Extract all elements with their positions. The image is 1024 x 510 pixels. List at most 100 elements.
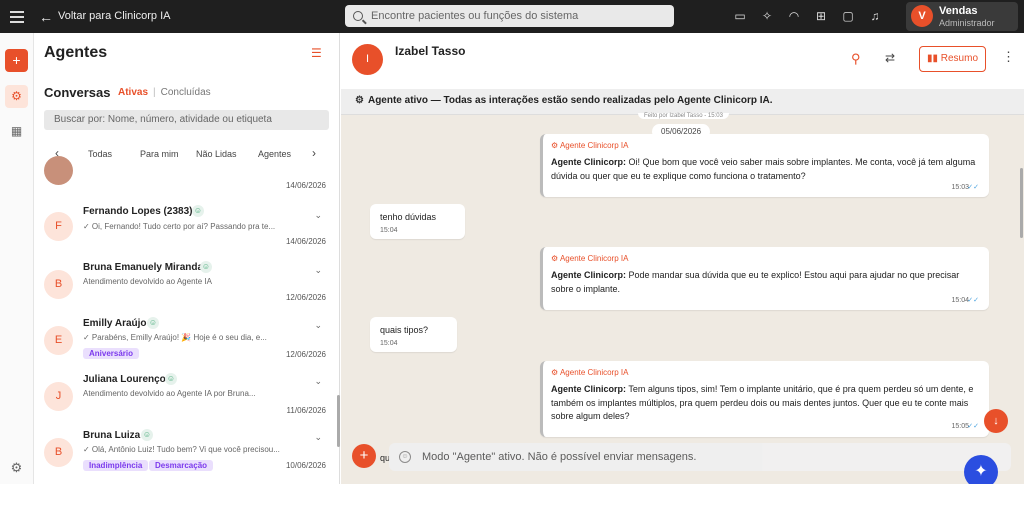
summary-button[interactable]: ▮▮ Resumo	[919, 46, 986, 72]
robot-icon: ⚙	[551, 254, 560, 263]
filter-all[interactable]: Todas	[88, 149, 112, 159]
contact-name[interactable]: Izabel Tasso	[395, 44, 465, 58]
agent-label-text: Agente Clinicorp IA	[559, 368, 629, 377]
message-icon[interactable]: ▢	[841, 9, 855, 23]
list-item-name: Bruna Emanuely Miranda	[83, 262, 204, 273]
chevron-down-icon[interactable]: ⌄	[314, 210, 322, 221]
list-item-date: 14/06/2026	[285, 237, 326, 246]
list-item-partial[interactable]: 14/06/2026	[34, 156, 339, 193]
done-by-note: Feito por Izabel Tasso - 15:03	[638, 113, 729, 119]
emoji-icon[interactable]: ☺	[399, 451, 411, 463]
message-prefix: Agente Clinicorp:	[551, 157, 627, 167]
message-text: Agente Clinicorp: Tem alguns tipos, sim!…	[551, 383, 981, 424]
list-item-date: 10/06/2026	[285, 461, 326, 470]
message-input-placeholder: Modo "Agente" ativo. Não é possível envi…	[422, 451, 697, 463]
tag-cancellation: Desmarcação	[149, 460, 214, 471]
global-search-input[interactable]: Encontre pacientes ou funções do sistema	[345, 5, 674, 27]
conversation-list-panel: Agentes ☰ Conversas Ativas | Concluídas Bu…	[34, 33, 340, 484]
chevron-down-icon[interactable]: ⌄	[314, 376, 322, 387]
scrollbar[interactable]	[337, 395, 340, 447]
tag-birthday: Aniversário	[83, 348, 140, 359]
message-text: Agente Clinicorp: Pode mandar sua dúvida…	[551, 269, 981, 296]
user-message: tenho dúvidas 15:04	[370, 204, 465, 239]
avatar: B	[44, 270, 73, 299]
agent-message: ⚙ Agente Clinicorp IA Agente Clinicorp: …	[540, 361, 989, 437]
list-item-name: Fernando Lopes (2383)	[83, 206, 193, 217]
avatar: J	[44, 382, 73, 411]
user-menu[interactable]: V Vendas Administrador	[906, 2, 1018, 31]
chart-icon: ▮▮	[926, 53, 941, 64]
read-check-icon: ✓✓	[967, 297, 979, 304]
tab-active[interactable]: Ativas	[118, 87, 148, 98]
message-time: 15:04	[380, 227, 398, 234]
checklist-icon[interactable]: ☰	[311, 46, 322, 60]
user-message: quais tipos? 15:04	[370, 317, 457, 352]
avatar: F	[44, 212, 73, 241]
menu-icon[interactable]	[10, 8, 24, 24]
filter-bar: ‹ Todas Para mim Não Lidas Agentes ›	[44, 146, 334, 164]
filter-unread[interactable]: Não Lidas	[196, 149, 237, 159]
avatar: V	[911, 5, 933, 27]
list-item[interactable]: B Bruna Emanuely Miranda ☺ ⌄ Atendimento…	[34, 260, 339, 310]
chat-plus-icon[interactable]: ⊞	[814, 9, 828, 23]
list-item[interactable]: F Fernando Lopes (2383) ☺ ⌄ ✓ Oi, Fernan…	[34, 203, 339, 253]
list-item[interactable]: B Bruna Luiza ☺ ⌄ ✓ Olá, Antônio Luiz! T…	[34, 429, 339, 484]
global-search-placeholder: Encontre pacientes ou funções do sistema	[371, 10, 579, 22]
video-icon[interactable]: ▭	[733, 9, 747, 23]
bottom-strip	[0, 484, 1024, 510]
robot-icon[interactable]: ⚙	[5, 85, 28, 108]
message-time: 15:04	[380, 340, 398, 347]
message-input[interactable]: ☺ Modo "Agente" ativo. Não é possível en…	[389, 443, 1011, 471]
list-item-message: ✓ Olá, Antônio Luiz! Tudo bem? Vi que vo…	[83, 445, 280, 454]
avatar: E	[44, 326, 73, 355]
gear-icon[interactable]: ⚙	[5, 456, 28, 479]
more-options-icon[interactable]: ⋮	[1002, 49, 1015, 65]
list-item[interactable]: J Juliana Lourenço ☺ ⌄ Atendimento devol…	[34, 373, 339, 424]
robot-icon: ⚙	[551, 368, 560, 377]
add-icon[interactable]: +	[5, 49, 28, 72]
robot-icon: ☺	[147, 317, 159, 329]
conversations-heading: Conversas	[44, 85, 111, 100]
chevron-down-icon[interactable]: ⌄	[314, 320, 322, 331]
headset-icon[interactable]: ◠	[787, 9, 801, 23]
chevron-right-icon[interactable]: ›	[312, 146, 316, 160]
list-item[interactable]: E Emilly Araújo ☺ ⌄ ✓ Parabéns, Emilly A…	[34, 317, 339, 367]
robot-icon: ☺	[141, 429, 153, 441]
back-link[interactable]: Voltar para Clinicorp IA	[58, 10, 171, 22]
agent-label: ⚙ Agente Clinicorp IA	[551, 368, 628, 377]
tab-done[interactable]: Concluídas	[161, 87, 211, 98]
robot-icon: ☺	[192, 205, 204, 217]
sparkle-icon[interactable]: ✧	[760, 9, 774, 23]
back-arrow-icon[interactable]: ←	[39, 9, 53, 25]
message-text: tenho dúvidas	[380, 212, 437, 222]
filter-agents[interactable]: Agentes	[258, 149, 291, 159]
bell-icon[interactable]: ♫	[868, 9, 882, 23]
search-icon[interactable]: ⚲	[851, 51, 861, 67]
list-item-date: 11/06/2026	[286, 406, 326, 415]
agent-label-text: Agente Clinicorp IA	[559, 254, 629, 263]
scrollbar[interactable]	[1020, 168, 1023, 238]
conversation-tabs: Ativas | Concluídas	[118, 87, 211, 98]
user-role: Administrador	[939, 18, 995, 28]
list-item-date: 12/06/2026	[285, 293, 326, 302]
attach-button[interactable]: +	[352, 444, 376, 468]
agent-banner: ⚙ Agente ativo — Todas as interações estã…	[341, 89, 1024, 115]
chevron-down-icon[interactable]: ⌄	[314, 432, 322, 443]
scroll-down-button[interactable]: ↓	[984, 409, 1008, 433]
agent-label-text: Agente Clinicorp IA	[559, 141, 629, 150]
chat-header: I Izabel Tasso ⚲ ⇄ ▮▮ Resumo ⋮	[341, 33, 1024, 89]
user-name: Vendas	[939, 5, 978, 17]
agent-message: ⚙ Agente Clinicorp IA Agente Clinicorp: …	[540, 134, 989, 197]
conversation-search-input[interactable]: Buscar por: Nome, número, atividade ou e…	[44, 110, 329, 130]
avatar: I	[352, 44, 383, 75]
list-item-message: ✓ Oi, Fernando! Tudo certo por aí? Passa…	[83, 222, 276, 231]
grid-icon[interactable]: ▦	[5, 120, 28, 143]
agent-message: ⚙ Agente Clinicorp IA Agente Clinicorp: …	[540, 247, 989, 310]
transfer-icon[interactable]: ⇄	[885, 51, 895, 65]
chevron-down-icon[interactable]: ⌄	[314, 265, 322, 276]
filter-for-me[interactable]: Para mim	[140, 149, 179, 159]
robot-icon: ⚙	[355, 95, 364, 106]
message-text: Agente Clinicorp: Oi! Que bom que você v…	[551, 156, 981, 183]
agent-banner-text: Agente ativo — Todas as interações estão…	[367, 95, 773, 106]
page-title: Agentes	[44, 44, 108, 61]
